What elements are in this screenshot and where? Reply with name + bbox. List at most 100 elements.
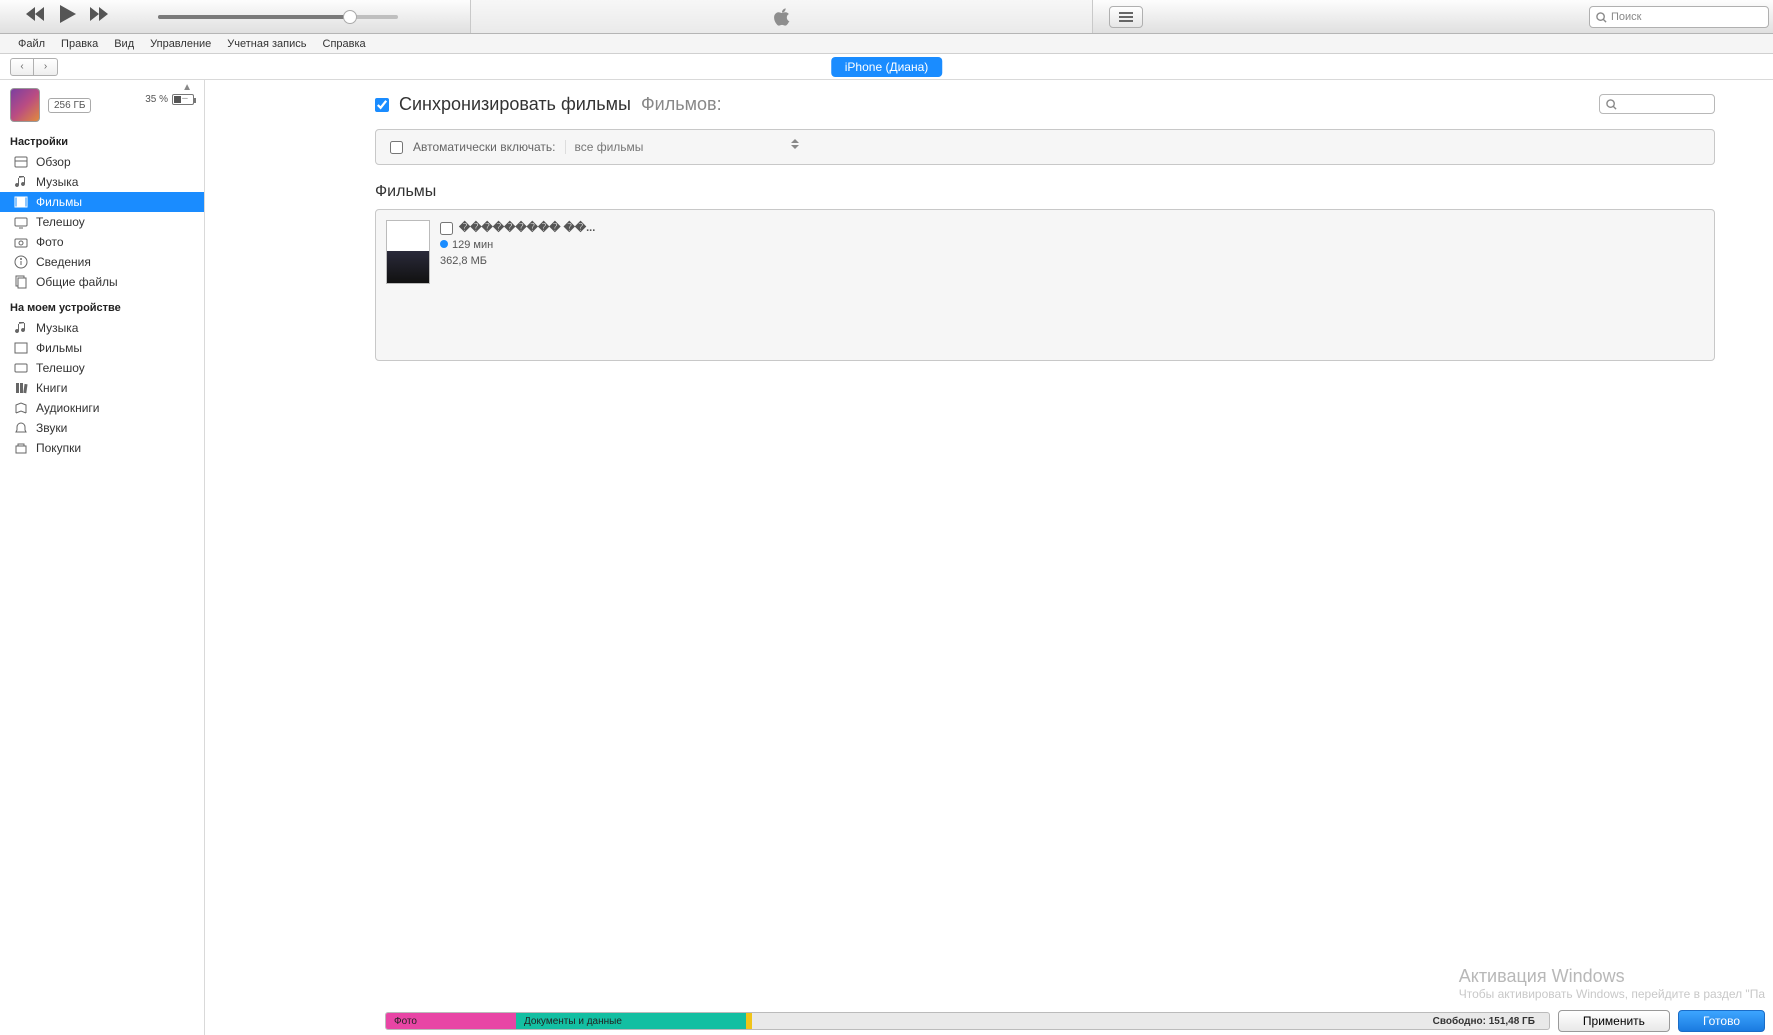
sidebar-dev-tones[interactable]: Звуки bbox=[0, 418, 204, 438]
movie-size: 362,8 МБ bbox=[440, 253, 595, 270]
bell-icon bbox=[14, 421, 28, 435]
device-pill[interactable]: iPhone (Диана) bbox=[831, 57, 943, 77]
sidebar-item-music[interactable]: Музыка bbox=[0, 172, 204, 192]
menu-file[interactable]: Файл bbox=[10, 38, 53, 50]
navigation-row: ‹ › iPhone (Диана) bbox=[0, 54, 1773, 80]
forward-button[interactable]: › bbox=[34, 58, 58, 76]
sidebar-settings-header: Настройки bbox=[0, 126, 204, 152]
capacity-seg-docs: Документы и данные bbox=[516, 1013, 746, 1029]
menu-controls[interactable]: Управление bbox=[142, 38, 219, 50]
music-icon bbox=[14, 321, 28, 335]
sidebar-label: Телешоу bbox=[36, 215, 85, 229]
now-playing-display bbox=[470, 0, 1093, 33]
purchases-icon bbox=[14, 441, 28, 455]
battery-percent: 35 % bbox=[145, 94, 168, 105]
sync-movies-count-label: Фильмов: bbox=[641, 94, 722, 115]
prev-track-button[interactable] bbox=[26, 7, 46, 26]
bottom-bar: Фото Документы и данные Свободно: 151,48… bbox=[205, 1007, 1773, 1035]
tv-icon bbox=[14, 215, 28, 229]
sidebar-label: Общие файлы bbox=[36, 275, 118, 289]
audiobooks-icon bbox=[14, 401, 28, 415]
books-icon bbox=[14, 381, 28, 395]
capacity-seg-other bbox=[746, 1013, 752, 1029]
device-storage-badge: 256 ГБ bbox=[48, 98, 91, 113]
sidebar-dev-audiobooks[interactable]: Аудиокниги bbox=[0, 398, 204, 418]
sidebar-label: Музыка bbox=[36, 321, 78, 335]
auto-include-select[interactable]: все фильмы bbox=[565, 140, 805, 154]
sidebar-item-summary[interactable]: Обзор bbox=[0, 152, 204, 172]
apple-logo-icon bbox=[773, 6, 791, 28]
menu-account[interactable]: Учетная запись bbox=[219, 38, 314, 50]
camera-icon bbox=[14, 235, 28, 249]
sidebar-item-photos[interactable]: Фото bbox=[0, 232, 204, 252]
unwatched-dot-icon bbox=[440, 240, 448, 248]
sidebar-label: Музыка bbox=[36, 175, 78, 189]
auto-include-checkbox[interactable] bbox=[390, 141, 403, 154]
movies-icon bbox=[14, 195, 28, 209]
global-search-input[interactable]: Поиск bbox=[1589, 6, 1769, 28]
movie-checkbox[interactable] bbox=[440, 222, 453, 235]
sidebar-label: Книги bbox=[36, 381, 67, 395]
search-placeholder: Поиск bbox=[1611, 11, 1641, 23]
movie-item[interactable]: ��������� ��... 129 мин 362,8 МБ bbox=[386, 220, 1704, 284]
menu-view[interactable]: Вид bbox=[106, 38, 142, 50]
sidebar-dev-purchases[interactable]: Покупки bbox=[0, 438, 204, 458]
top-toolbar: Поиск bbox=[0, 0, 1773, 34]
content-area: Синхронизировать фильмы Фильмов: Автомат… bbox=[205, 80, 1773, 1035]
device-thumbnail-icon bbox=[10, 88, 40, 122]
sidebar-label: Телешоу bbox=[36, 361, 85, 375]
movies-search-input[interactable] bbox=[1599, 94, 1715, 114]
menu-edit[interactable]: Правка bbox=[53, 38, 106, 50]
capacity-free-label: Свободно: 151,48 ГБ bbox=[1419, 1016, 1549, 1027]
movies-section-title: Фильмы bbox=[375, 183, 1715, 201]
info-icon bbox=[14, 255, 28, 269]
music-icon bbox=[14, 175, 28, 189]
sync-movies-checkbox[interactable] bbox=[375, 98, 389, 112]
sidebar-label: Покупки bbox=[36, 441, 81, 455]
sidebar-item-files[interactable]: Общие файлы bbox=[0, 272, 204, 292]
device-header: ▲– 256 ГБ 35 % bbox=[0, 80, 204, 126]
sidebar-dev-books[interactable]: Книги bbox=[0, 378, 204, 398]
capacity-bar[interactable]: Фото Документы и данные Свободно: 151,48… bbox=[385, 1012, 1550, 1030]
search-icon bbox=[1596, 12, 1607, 23]
movie-duration: 129 мин bbox=[452, 239, 493, 251]
movies-icon bbox=[14, 341, 28, 355]
sidebar-label: Обзор bbox=[36, 155, 71, 169]
files-icon bbox=[14, 275, 28, 289]
auto-include-label: Автоматически включать: bbox=[413, 140, 555, 154]
volume-slider[interactable] bbox=[158, 15, 398, 19]
movie-poster-icon bbox=[386, 220, 430, 284]
movie-title: ��������� ��... bbox=[459, 220, 595, 237]
sidebar-item-info[interactable]: Сведения bbox=[0, 252, 204, 272]
sync-movies-title: Синхронизировать фильмы bbox=[399, 94, 631, 115]
sidebar-device-header: На моем устройстве bbox=[0, 292, 204, 318]
sidebar-label: Фильмы bbox=[36, 195, 82, 209]
play-button[interactable] bbox=[60, 5, 76, 28]
sidebar-item-movies[interactable]: Фильмы bbox=[0, 192, 204, 212]
sidebar-label: Фильмы bbox=[36, 341, 82, 355]
sidebar-dev-music[interactable]: Музыка bbox=[0, 318, 204, 338]
back-button[interactable]: ‹ bbox=[10, 58, 34, 76]
battery-icon bbox=[172, 94, 194, 105]
sidebar: ▲– 256 ГБ 35 % Настройки Обзор Музыка Фи… bbox=[0, 80, 205, 1035]
search-icon bbox=[1606, 99, 1617, 110]
sidebar-dev-tvshows[interactable]: Телешоу bbox=[0, 358, 204, 378]
sidebar-item-tvshows[interactable]: Телешоу bbox=[0, 212, 204, 232]
list-view-button[interactable] bbox=[1109, 6, 1143, 28]
auto-include-value: все фильмы bbox=[574, 140, 643, 154]
movies-list: ��������� ��... 129 мин 362,8 МБ bbox=[375, 209, 1715, 361]
menu-bar: Файл Правка Вид Управление Учетная запис… bbox=[0, 34, 1773, 54]
apply-button[interactable]: Применить bbox=[1558, 1010, 1670, 1032]
sidebar-dev-movies[interactable]: Фильмы bbox=[0, 338, 204, 358]
summary-icon bbox=[14, 155, 28, 169]
menu-help[interactable]: Справка bbox=[315, 38, 374, 50]
done-button[interactable]: Готово bbox=[1678, 1010, 1765, 1032]
sidebar-label: Аудиокниги bbox=[36, 401, 100, 415]
capacity-seg-photo: Фото bbox=[386, 1013, 516, 1029]
auto-include-box: Автоматически включать: все фильмы bbox=[375, 129, 1715, 165]
next-track-button[interactable] bbox=[90, 7, 110, 26]
sidebar-label: Сведения bbox=[36, 255, 91, 269]
sidebar-label: Звуки bbox=[36, 421, 67, 435]
tv-icon bbox=[14, 361, 28, 375]
sidebar-label: Фото bbox=[36, 235, 64, 249]
